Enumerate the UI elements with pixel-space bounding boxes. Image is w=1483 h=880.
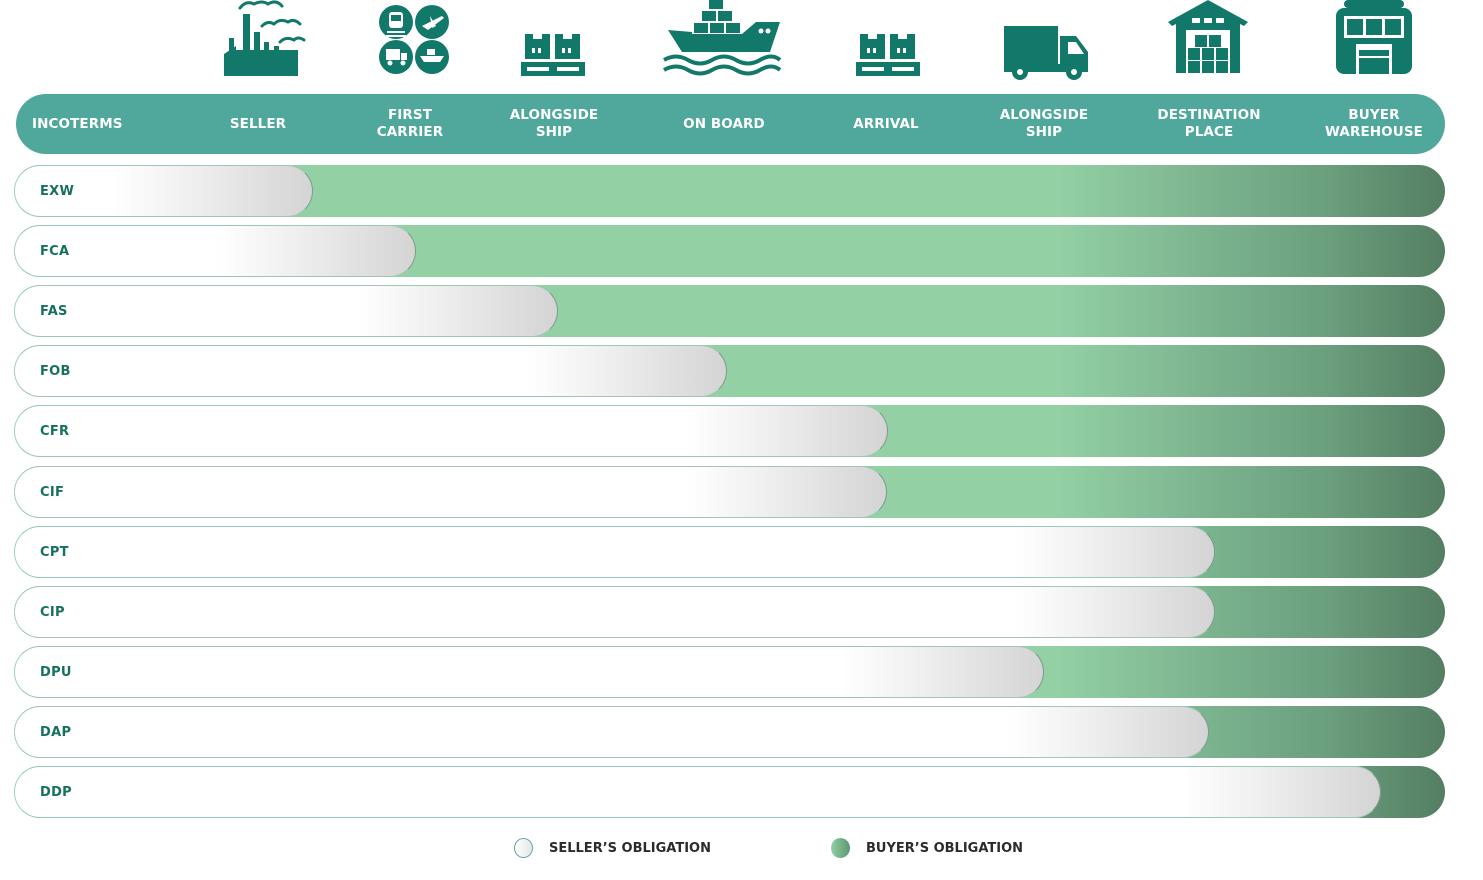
seller-obligation-bar — [14, 225, 416, 277]
header-label: WAREHOUSE — [1325, 124, 1423, 140]
seller-obligation-bar — [14, 526, 1215, 578]
incoterm-code: CIP — [40, 604, 65, 620]
header-label: CARRIER — [376, 124, 444, 140]
legend-seller-label: SELLER’S OBLIGATION — [549, 840, 711, 856]
incoterm-row-dap: DAP — [14, 706, 1445, 758]
incoterm-row-fas: FAS — [14, 285, 1445, 337]
header-label: SHIP — [535, 124, 573, 140]
incoterm-row-dpu: DPU — [14, 646, 1445, 698]
incoterm-code: FCA — [40, 243, 70, 259]
seller-obligation-swatch — [514, 838, 533, 858]
factory-icon — [224, 0, 306, 76]
incoterm-code: DAP — [40, 724, 72, 740]
header-bar: INCOTERMS SELLER FIRST CARRIER ALONGSIDE… — [16, 94, 1445, 154]
legend-buyer: BUYER’S OBLIGATION — [831, 838, 1023, 858]
incoterm-row-ddp: DDP — [14, 766, 1445, 818]
seller-obligation-bar — [14, 706, 1209, 758]
legend-seller: SELLER’S OBLIGATION — [514, 838, 711, 858]
pallet-boxes-icon — [856, 34, 920, 76]
seller-obligation-bar — [14, 586, 1215, 638]
header-arrival: ARRIVAL — [836, 94, 936, 154]
pallet-boxes-icon — [521, 34, 585, 76]
legend-buyer-label: BUYER’S OBLIGATION — [866, 840, 1024, 856]
incoterm-row-exw: EXW — [14, 165, 1445, 217]
seller-obligation-bar — [14, 646, 1044, 698]
transport-modes-icon — [379, 5, 449, 74]
incoterm-row-fob: FOB — [14, 345, 1445, 397]
seller-obligation-bar — [14, 766, 1381, 818]
header-alongside-ship-origin: ALONGSIDE SHIP — [494, 94, 614, 154]
store-building-icon — [1336, 0, 1412, 74]
header-incoterms: INCOTERMS — [32, 94, 136, 154]
seller-obligation-bar — [14, 285, 558, 337]
cargo-ship-icon — [662, 0, 782, 76]
incoterm-code: FOB — [40, 363, 71, 379]
incoterm-code: CIF — [40, 484, 65, 500]
buyer-obligation-swatch — [831, 838, 850, 858]
header-label: PLACE — [1184, 124, 1234, 140]
header-label: ARRIVAL — [853, 115, 919, 132]
incoterm-row-fca: FCA — [14, 225, 1445, 277]
delivery-truck-icon — [1004, 26, 1088, 80]
header-label: SHIP — [1025, 124, 1063, 140]
incoterm-code: DPU — [40, 664, 72, 680]
warehouse-icon — [1168, 0, 1248, 73]
seller-obligation-bar — [14, 466, 887, 518]
header-seller: SELLER — [208, 94, 308, 154]
incoterm-code: EXW — [40, 183, 75, 199]
header-first-carrier: FIRST CARRIER — [360, 94, 460, 154]
header-label: DESTINATION — [1157, 107, 1261, 123]
incoterm-code: DDP — [40, 784, 73, 800]
incoterm-row-cfr: CFR — [14, 405, 1445, 457]
header-buyer-warehouse: BUYER WAREHOUSE — [1314, 94, 1434, 154]
header-destination-place: DESTINATION PLACE — [1144, 94, 1274, 154]
incoterm-code: CPT — [40, 544, 69, 560]
incoterm-row-cip: CIP — [14, 586, 1445, 638]
incoterm-row-cpt: CPT — [14, 526, 1445, 578]
incoterm-code: CFR — [40, 423, 70, 439]
header-label: ON BOARD — [683, 115, 765, 132]
header-label: INCOTERMS — [32, 115, 123, 132]
header-label: SELLER — [229, 115, 287, 132]
header-label: ALONGSIDE — [509, 107, 599, 123]
incoterm-code: FAS — [40, 303, 68, 319]
header-alongside-ship-destination: ALONGSIDE SHIP — [984, 94, 1104, 154]
incoterm-row-cif: CIF — [14, 466, 1445, 518]
seller-obligation-bar — [14, 345, 727, 397]
header-label: ALONGSIDE — [999, 107, 1089, 123]
header-label: BUYER — [1348, 107, 1400, 123]
header-label: FIRST — [387, 107, 433, 123]
header-on-board: ON BOARD — [664, 94, 784, 154]
seller-obligation-bar — [14, 405, 888, 457]
